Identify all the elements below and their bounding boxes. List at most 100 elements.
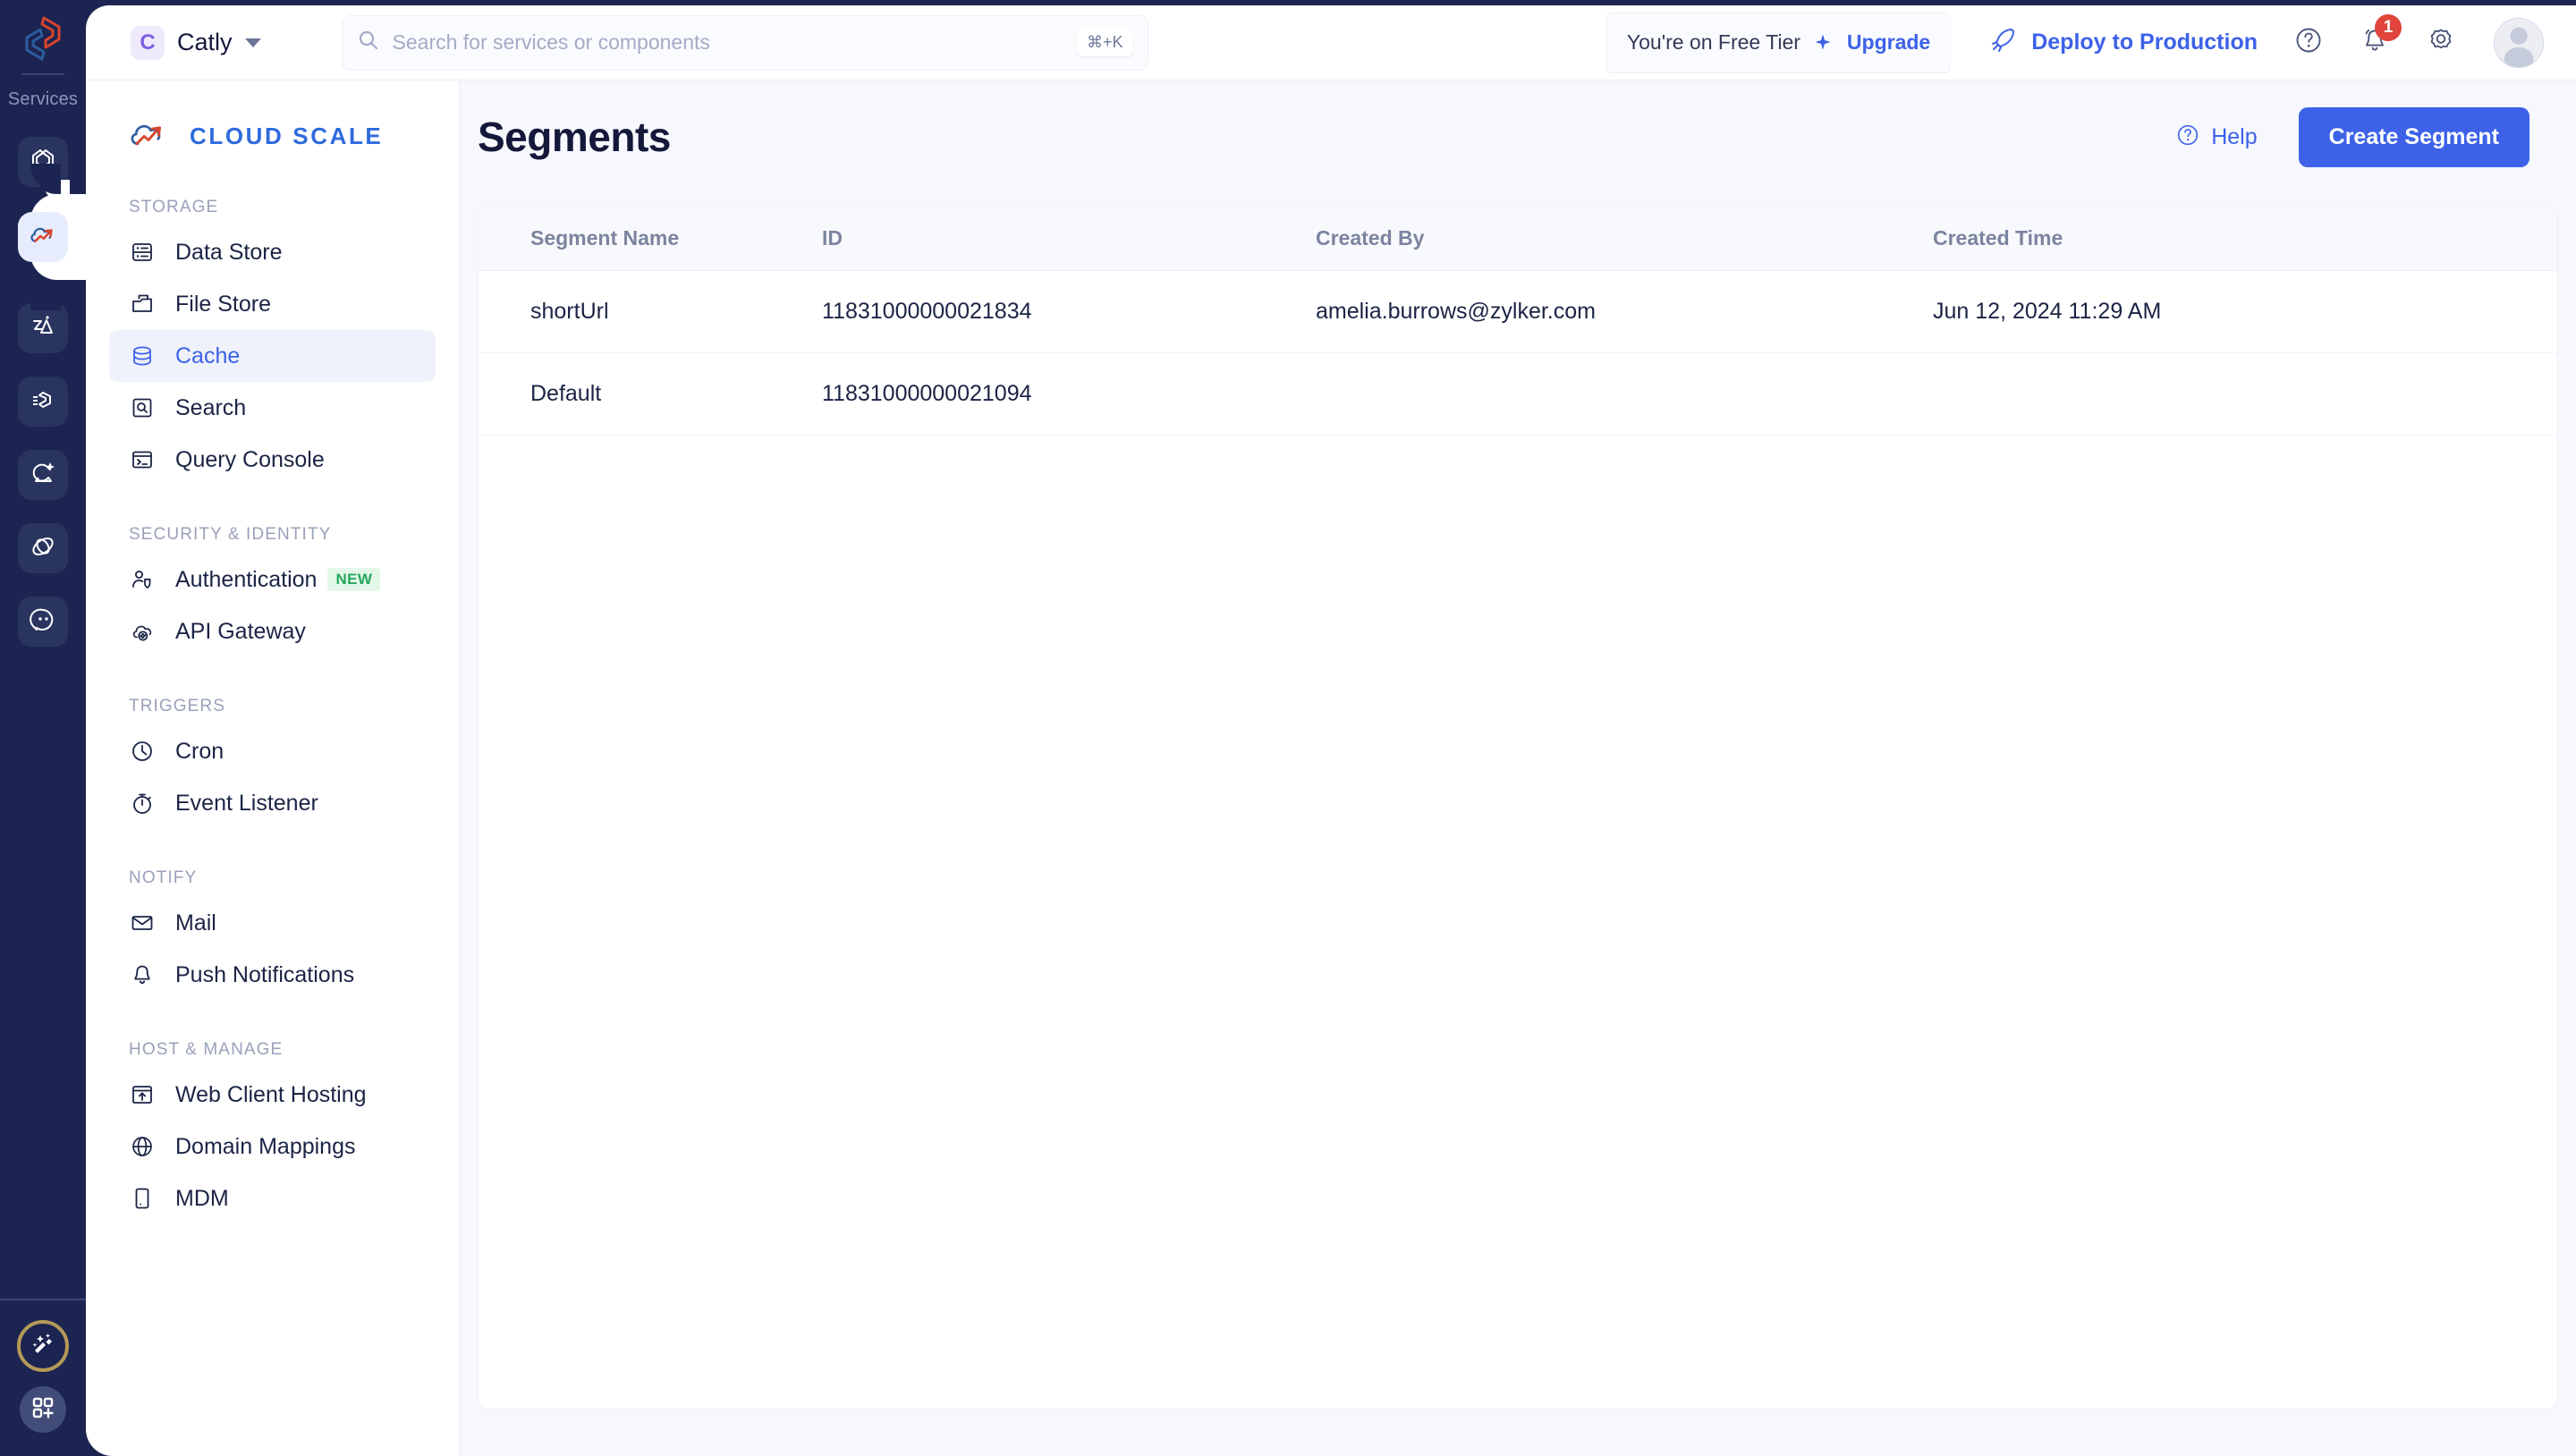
- table-row[interactable]: Default 11831000000021094: [479, 353, 2557, 436]
- sidebar-item-label: Mail: [175, 910, 216, 935]
- apps-grid-add-icon: [30, 1395, 55, 1425]
- sidebar-item-label: Cron: [175, 738, 225, 764]
- deploy-label: Deploy to Production: [2031, 30, 2258, 55]
- ai-assist-icon: [28, 458, 58, 493]
- upgrade-link[interactable]: Upgrade: [1847, 30, 1930, 55]
- help-button[interactable]: Help: [2175, 123, 2258, 152]
- apps-grid-add-button[interactable]: [20, 1386, 66, 1433]
- deploy-to-production-button[interactable]: Deploy to Production: [1990, 27, 2258, 58]
- web-hosting-icon: [129, 1081, 156, 1108]
- sidebar-item-label: API Gateway: [175, 618, 306, 644]
- file-store-icon: [129, 291, 156, 317]
- segment-created-time: Jun 12, 2024 11:29 AM: [1933, 299, 2162, 324]
- sidebar-item-domain-mappings[interactable]: Domain Mappings: [109, 1121, 436, 1172]
- search-placeholder: Search for services or components: [392, 30, 710, 54]
- sidebar-item-push-notifications[interactable]: Push Notifications: [109, 949, 436, 1001]
- sidebar-item-query-console[interactable]: Query Console: [109, 434, 436, 486]
- sidebar-item-event-listener[interactable]: Event Listener: [109, 777, 436, 829]
- rail-item-ai-assist[interactable]: [18, 450, 68, 500]
- org-avatar: C: [131, 25, 165, 60]
- mobile-device-icon: [129, 1185, 156, 1212]
- cloud-scale-icon: [28, 220, 58, 255]
- app-root: Services C Catly Search for services or …: [0, 0, 2576, 1456]
- search-input[interactable]: Search for services or components ⌘+K: [341, 14, 1148, 71]
- query-console-icon: [129, 446, 156, 473]
- user-avatar[interactable]: [2494, 17, 2544, 68]
- globe-icon: [129, 1133, 156, 1160]
- segment-created-by: amelia.burrows@zylker.com: [1316, 299, 1596, 324]
- notifications-button[interactable]: 1: [2360, 14, 2402, 60]
- rail-item-catalyst[interactable]: [18, 303, 68, 353]
- clock-icon: [129, 738, 156, 765]
- segment-name-link[interactable]: shortUrl: [479, 299, 822, 325]
- help-circle-icon: [2175, 123, 2200, 152]
- sidebar-item-authentication[interactable]: Authentication NEW: [109, 554, 436, 605]
- free-tier-label: You're on Free Tier: [1626, 30, 1801, 54]
- gear-icon: [2426, 25, 2456, 60]
- free-tier-upgrade-chip[interactable]: You're on Free Tier Upgrade: [1606, 12, 1952, 73]
- sidebar-item-label: Search: [175, 394, 247, 420]
- rail-item-orbit[interactable]: [18, 523, 68, 573]
- sidebar-item-label: Domain Mappings: [175, 1133, 356, 1159]
- service-sidebar: CLOUD SCALE STORAGE Data Store File Stor…: [86, 80, 460, 1456]
- sidebar-item-label: MDM: [175, 1185, 229, 1211]
- rocket-icon: [1990, 27, 2017, 58]
- sidebar-item-api-gateway[interactable]: API Gateway: [109, 605, 436, 657]
- search-shortcut-hint: ⌘+K: [1076, 29, 1133, 56]
- catalyst-icon: [28, 311, 58, 346]
- segment-id: 11831000000021094: [822, 381, 1032, 406]
- sidebar-item-web-client-hosting[interactable]: Web Client Hosting: [109, 1069, 436, 1121]
- rail-item-flow[interactable]: [18, 377, 68, 427]
- sidebar-item-mail[interactable]: Mail: [109, 897, 436, 949]
- sidebar-item-search[interactable]: Search: [109, 382, 436, 434]
- create-segment-button[interactable]: Create Segment: [2298, 106, 2529, 167]
- segments-table: Segment Name ID Created By Created Time …: [478, 206, 2558, 1409]
- cloud-scale-logo-icon: [127, 114, 170, 158]
- org-name: Catly: [177, 29, 233, 55]
- user-shield-icon: [129, 566, 156, 593]
- sidebar-item-data-store[interactable]: Data Store: [109, 226, 436, 278]
- sidebar-item-label: Data Store: [175, 239, 283, 265]
- rail-services-label: Services: [7, 89, 79, 109]
- column-header-created-by: Created By: [1316, 226, 1425, 250]
- rail-item-cloud-scale[interactable]: [0, 164, 86, 310]
- nav-group-notify-title: NOTIFY: [129, 868, 198, 887]
- page-title: Segments: [478, 114, 671, 160]
- rail-corner-bottom: [30, 280, 61, 310]
- brand-name: CLOUD SCALE: [190, 123, 384, 149]
- flow-icon: [28, 385, 58, 419]
- nav-group-host-title: HOST & MANAGE: [129, 1040, 284, 1059]
- sidebar-item-label: Cache: [175, 343, 241, 368]
- column-header-segment-name: Segment Name: [530, 226, 680, 250]
- notification-badge: 1: [2375, 14, 2402, 41]
- help-circle-icon: [2293, 25, 2324, 60]
- nav-group-storage-title: STORAGE: [129, 198, 219, 216]
- table-header-row: Segment Name ID Created By Created Time: [479, 207, 2557, 271]
- rail-item-chat[interactable]: [18, 597, 68, 647]
- top-bar: C Catly Search for services or component…: [86, 5, 2576, 80]
- search-box-icon: [129, 394, 156, 421]
- settings-button[interactable]: [2426, 25, 2456, 60]
- orbit-icon: [28, 531, 58, 566]
- rail-divider: [21, 73, 64, 75]
- sidebar-item-file-store[interactable]: File Store: [109, 278, 436, 330]
- bell-icon: [129, 961, 156, 988]
- segment-id: 11831000000021834: [822, 299, 1032, 324]
- segment-name-link[interactable]: Default: [479, 381, 822, 407]
- sidebar-item-cache[interactable]: Cache: [109, 330, 436, 382]
- company-logo-icon[interactable]: [17, 13, 69, 64]
- nav-group-security-title: SECURITY & IDENTITY: [129, 525, 332, 544]
- rail-bottom-divider: [0, 1299, 86, 1300]
- mail-icon: [129, 910, 156, 936]
- new-badge: NEW: [327, 568, 381, 591]
- api-gateway-icon: [129, 618, 156, 645]
- column-header-created-time: Created Time: [1933, 226, 2063, 250]
- magic-wand-button[interactable]: [17, 1320, 69, 1372]
- sidebar-item-label: Event Listener: [175, 790, 318, 816]
- help-circle-button[interactable]: [2293, 25, 2324, 60]
- org-switcher[interactable]: C Catly: [131, 25, 261, 60]
- sidebar-item-mdm[interactable]: MDM: [109, 1172, 436, 1224]
- sidebar-item-cron[interactable]: Cron: [109, 725, 436, 777]
- table-row[interactable]: shortUrl 11831000000021834 amelia.burrow…: [479, 271, 2557, 353]
- product-rail: Services: [0, 0, 86, 1456]
